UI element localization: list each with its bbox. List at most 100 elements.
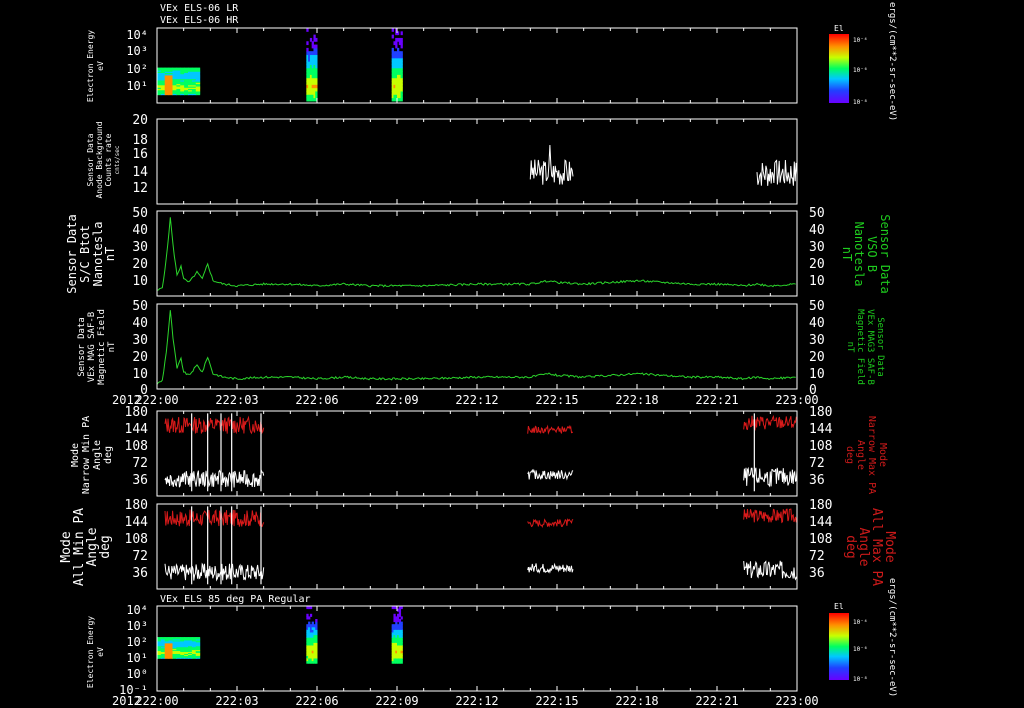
spectrogram-cell (168, 67, 174, 70)
x-tick-label: 223:00 (775, 694, 818, 708)
y-tick-label: 30 (132, 333, 148, 348)
spectrogram-cell (400, 87, 403, 92)
right-axis-label-line: VSO B (865, 236, 879, 272)
spectrogram-cell (395, 44, 398, 49)
y-tick-label: 10 (132, 274, 148, 289)
y-tick-label: 18 (132, 133, 148, 148)
spectrogram-cell (306, 47, 309, 52)
x-tick-label: 222:09 (375, 393, 418, 407)
spectrogram-cell (164, 67, 170, 70)
y-tick-label: 10² (126, 635, 148, 649)
spectrogram-cell (315, 619, 318, 623)
spectrogram-cell (315, 57, 318, 62)
y-axis-label-line: Sensor Data (77, 317, 87, 377)
x-tick-label: 222:03 (215, 393, 258, 407)
y-tick-label: 10⁰ (126, 667, 148, 681)
y-axis-label-line: S/C Btot (78, 225, 92, 283)
colorbar-unit-label: ergs/(cm**2-sr-sec-eV) (887, 578, 897, 697)
y-axis-label-line: deg (103, 446, 114, 464)
spectrogram-cell (315, 37, 318, 42)
y-tick-label: 36 (809, 473, 825, 488)
spectrogram-cell (195, 67, 201, 70)
spectrogram-cell (315, 87, 318, 92)
x-tick-label: 222:15 (535, 393, 578, 407)
spectrogram-cell (164, 637, 170, 639)
y-axis-label-line: Electron Energy (86, 616, 95, 688)
y-tick-label: 30 (809, 333, 825, 348)
spectrogram-cell (184, 637, 189, 639)
y-tick-label: 180 (809, 405, 832, 420)
spectrogram-cell (397, 47, 400, 52)
y-tick-label: 10² (126, 62, 148, 76)
y-axis-label-line: Sensor Data (65, 214, 79, 293)
y-ticks-right: 50 40 30 20 10 (809, 206, 825, 289)
x-tick-label: 222:21 (695, 694, 738, 708)
spectrogram-cell (315, 90, 318, 95)
spectrogram-cell (180, 637, 185, 639)
spectrogram-cell (176, 637, 181, 639)
y-tick-label: 108 (125, 439, 148, 454)
y-tick-label: 16 (132, 147, 148, 162)
spectrogram-cell (400, 44, 403, 49)
y-axis-label-line: nT (107, 341, 117, 352)
y-tick-label: 144 (809, 422, 833, 437)
spectrogram-cell (391, 34, 394, 39)
spectrogram-cell (315, 77, 318, 82)
right-axis-label-line: Mode (877, 443, 888, 467)
spectrogram-cell (400, 57, 403, 62)
right-axis-label-line: Angle (855, 440, 866, 470)
y-tick-label: 72 (809, 549, 825, 564)
right-axis-label-line: deg (843, 535, 858, 558)
spectrogram-cell (176, 67, 181, 70)
y-ticks-left: 50 40 30 20 10 (132, 206, 148, 289)
x-tick-label: 222:09 (375, 694, 418, 708)
right-axis-label-line: Sensor Data (878, 214, 892, 293)
y-tick-label: 20 (809, 350, 825, 365)
x-tick-label: 222:18 (615, 694, 658, 708)
y-axis-label-line: Electron Energy (86, 30, 95, 102)
spectrogram-cell (195, 637, 201, 639)
right-axis-label-line: deg (844, 446, 855, 464)
spectrogram-cell (400, 61, 403, 65)
y-tick-label: 10 (809, 274, 825, 289)
x-tick-label: 222:15 (535, 694, 578, 708)
y-tick-label: 72 (809, 456, 825, 471)
y-tick-label: 40 (809, 316, 825, 331)
spectrogram-cell (309, 613, 313, 617)
y-tick-label: 14 (132, 165, 148, 180)
y-axis-label-line: eV (96, 61, 105, 71)
y-axis-label-line: eV (96, 647, 105, 657)
spectrogram-cell (400, 94, 403, 99)
y-tick-label: 108 (125, 532, 148, 547)
spectrogram-cell (400, 41, 403, 46)
spectrogram-cell (191, 637, 197, 639)
y-tick-label: 108 (809, 439, 832, 454)
y-tick-label: 20 (132, 350, 148, 365)
colorbar-tick: 10⁻⁸ (853, 99, 867, 106)
y-tick-label: 30 (132, 240, 148, 255)
spectrogram-cell (157, 637, 162, 639)
y-axis-label-line: Mode (70, 443, 81, 467)
spectrogram-cell (400, 74, 403, 79)
spectrogram-cell (184, 67, 189, 70)
spectrogram-cell (400, 71, 403, 75)
y-axis-label-line: Narrow Min PA (81, 416, 92, 494)
y-tick-label: 20 (809, 257, 825, 272)
spectrogram-cell (400, 621, 403, 625)
y-tick-label: 10¹ (126, 79, 148, 93)
y-tick-label: 10¹ (126, 651, 148, 665)
y-axis-label-line: Magnetic Field (97, 309, 107, 385)
x-tick-label: 222:06 (295, 393, 338, 407)
spectrogram-cell (400, 64, 403, 69)
y-axis-label-line: VEx MAG SAF-B (87, 312, 97, 382)
spectrogram-cell (391, 28, 394, 32)
y-axis-label-line: Anode Background (95, 121, 104, 198)
y-tick-label: 144 (809, 515, 833, 530)
colorbar-gradient (829, 34, 849, 103)
x-tick-label: 222:12 (455, 694, 498, 708)
spectrogram-cell (400, 616, 403, 620)
colorbar-tick: 10⁻⁴ (853, 37, 867, 44)
spectrogram-cell (400, 77, 403, 82)
x-tick-label: 222:12 (455, 393, 498, 407)
y-tick-label: 180 (125, 405, 148, 420)
